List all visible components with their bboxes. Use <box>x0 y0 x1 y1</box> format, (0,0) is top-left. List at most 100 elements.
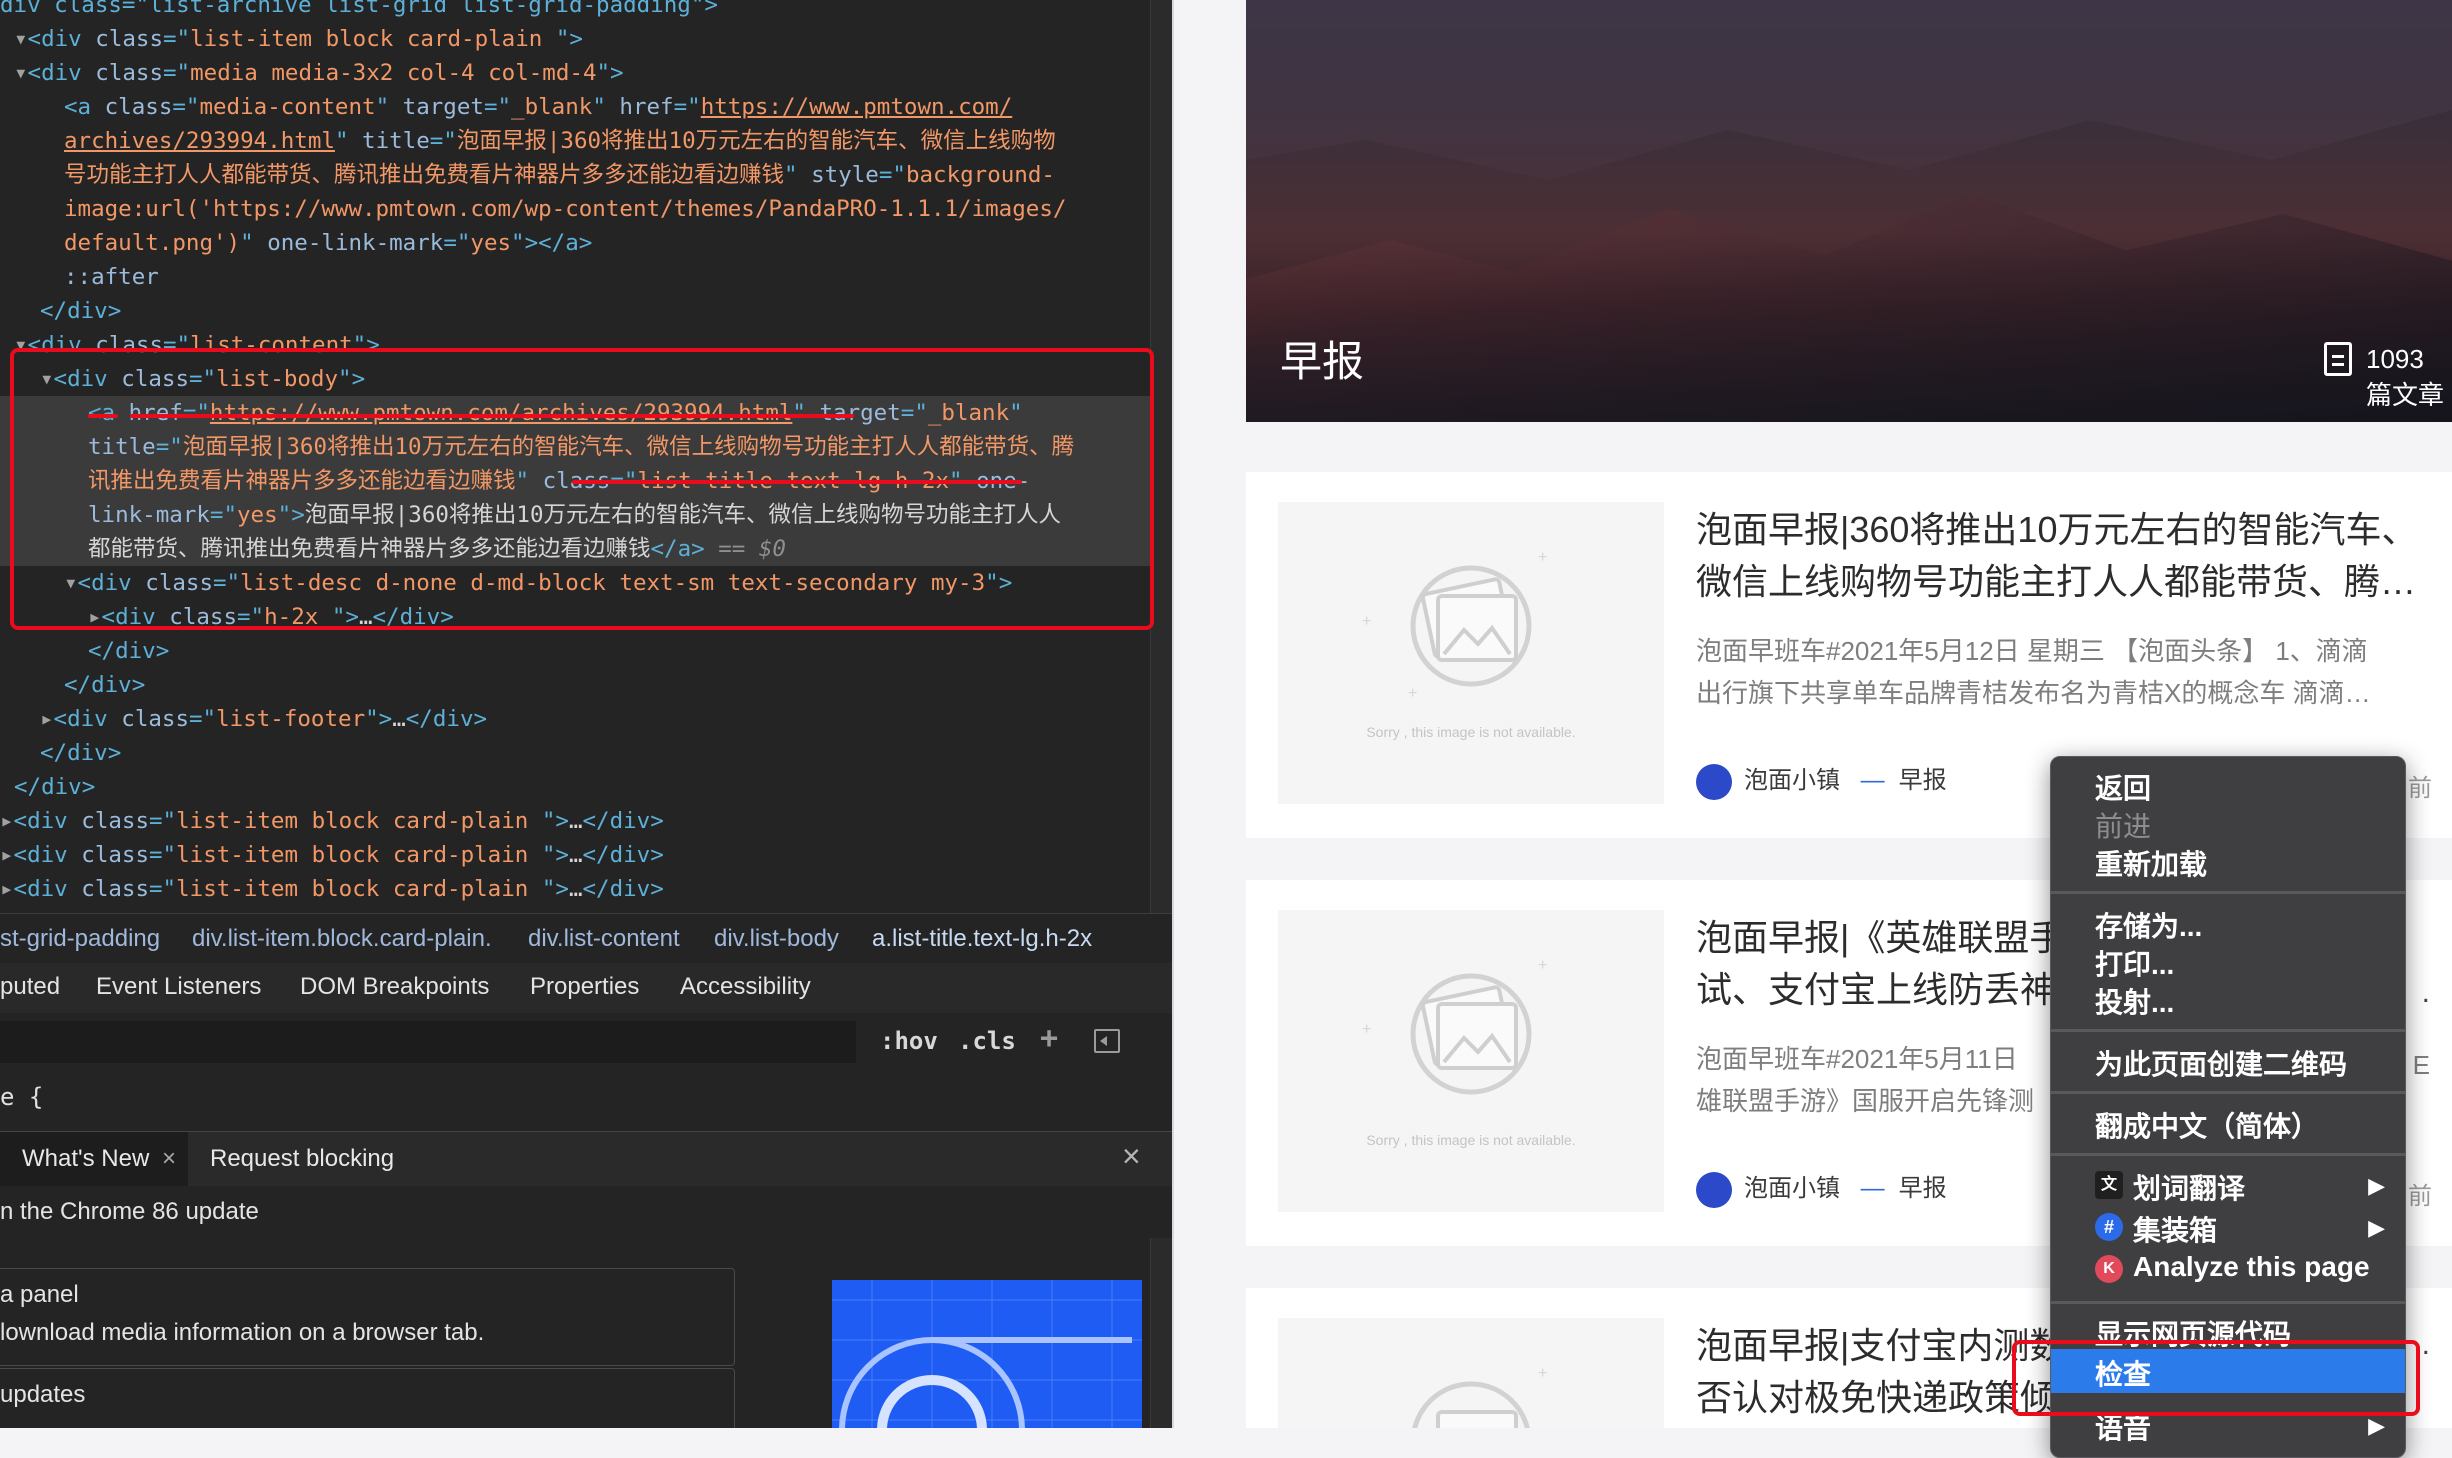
article-title[interactable]: 泡面早报|360将推出10万元左右的智能汽车、 微信上线购物号功能主打人人都能带… <box>1696 504 2436 608</box>
menu-item-speech[interactable]: 语音 <box>2095 1407 2151 1447</box>
dom-token: =" <box>878 162 906 188</box>
breadcrumb-item[interactable]: div.list-item.block.card-plain. <box>192 925 492 953</box>
dom-node-line[interactable]: ▾<div class="media media-3x2 col-4 col-m… <box>0 56 1150 90</box>
dom-token: class <box>95 332 164 358</box>
dom-node-line-selected[interactable]: 都能带货、腾讯推出免费看片神器片多多还能边看边赚钱</a> == $0 <box>0 532 1150 566</box>
breadcrumb-item[interactable]: div.list-content <box>528 925 680 953</box>
dom-node-line[interactable]: ▾<div class="list-body"> <box>0 362 1150 396</box>
tab-dom-breakpoints[interactable]: DOM Breakpoints <box>300 973 489 1001</box>
expand-triangle-icon[interactable]: ▾ <box>14 332 28 358</box>
dom-node-line[interactable]: ▸<div class="list-item block card-plain … <box>0 804 1150 838</box>
elements-scrollbar[interactable] <box>1150 0 1172 913</box>
dom-node-line[interactable]: ▸<div class="h-2x ">…</div> <box>0 600 1150 634</box>
dom-node-line[interactable]: </div> <box>0 294 1150 328</box>
dom-token: list-item block card-plain <box>176 876 542 902</box>
article-thumbnail[interactable]: + <box>1278 1318 1664 1428</box>
menu-item-collect[interactable]: 集装箱 <box>2133 1209 2217 1249</box>
dom-token: class <box>81 876 150 902</box>
dom-node-line[interactable]: ▾<div class="list-item block card-plain … <box>0 22 1150 56</box>
dom-token: https://www.pmtown.com/ <box>700 94 1013 120</box>
dom-node-line-selected[interactable]: <a href="https://www.pmtown.com/archives… <box>0 396 1150 430</box>
dom-token: " <box>515 468 543 494</box>
dom-node-line[interactable]: </div> <box>0 736 1150 770</box>
dom-node-line[interactable]: ▸<div class="list-item block card-plain … <box>0 872 1150 906</box>
menu-item-create-qr[interactable]: 为此页面创建二维码 <box>2095 1043 2347 1083</box>
whats-new-scrollbar[interactable] <box>1150 1238 1172 1428</box>
elements-tree[interactable]: div class="list-archive list-grid list-g… <box>0 0 1150 913</box>
expand-triangle-icon[interactable]: ▾ <box>64 570 78 596</box>
new-style-rule-icon[interactable]: + <box>1040 1021 1058 1056</box>
expand-triangle-icon[interactable]: ▸ <box>40 706 54 732</box>
dom-breadcrumbs: st-grid-padding div.list-item.block.card… <box>0 913 1172 965</box>
dom-node-line[interactable]: ::after <box>0 260 1150 294</box>
dom-token: <div <box>27 332 96 358</box>
breadcrumb-item[interactable]: st-grid-padding <box>0 925 160 953</box>
dom-node-line[interactable]: ▸<div class="list-item block card-plain … <box>0 838 1150 872</box>
dom-token: "> <box>541 876 569 902</box>
author-name[interactable]: 泡面小镇 <box>1744 1175 1840 1202</box>
tab-accessibility[interactable]: Accessibility <box>680 973 811 1001</box>
hov-toggle[interactable]: :hov <box>880 1027 938 1055</box>
dom-node-line-selected[interactable]: link-mark="yes">泡面早报|360将推出10万元左右的智能汽车、微… <box>0 498 1150 532</box>
tab-properties[interactable]: Properties <box>530 973 639 1001</box>
expand-triangle-icon[interactable]: ▸ <box>0 876 14 902</box>
dom-node-line[interactable]: ▾<div class="list-desc d-none d-md-block… <box>0 566 1150 600</box>
menu-item-back[interactable]: 返回 <box>2095 767 2151 807</box>
menu-item-save-as[interactable]: 存储为... <box>2095 905 2202 945</box>
dom-node-line[interactable]: ▸<div class="list-item block card-plain … <box>0 906 1150 913</box>
whats-new-item[interactable]: a panel lownload media information on a … <box>0 1268 735 1366</box>
dom-node-line[interactable]: <a class="media-content" target="_blank"… <box>0 90 1150 124</box>
drawer-close-icon[interactable]: × <box>1122 1138 1141 1175</box>
dom-node-line[interactable]: 号功能主打人人都能带货、腾讯推出免费看片神器片多多还能边看边赚钱" style=… <box>0 158 1150 192</box>
styles-filter-input[interactable] <box>0 1021 856 1063</box>
whats-new-item[interactable]: updates <box>0 1368 735 1428</box>
dom-node-line[interactable]: </div> <box>0 668 1150 702</box>
expand-triangle-icon[interactable]: ▾ <box>14 60 28 86</box>
menu-item-view-source[interactable]: 显示网页源代码 <box>2095 1313 2291 1353</box>
menu-item-inspect[interactable]: 检查 <box>2095 1353 2151 1393</box>
dom-token: class <box>81 808 150 834</box>
tab-whats-new[interactable]: What's New × <box>0 1132 188 1186</box>
article-thumbnail[interactable]: + + + Sorry , this image is not availabl… <box>1278 502 1664 804</box>
expand-triangle-icon[interactable]: ▾ <box>14 26 28 52</box>
menu-item-cast[interactable]: 投射... <box>2095 981 2174 1021</box>
dom-node-line[interactable]: div class="list-archive list-grid list-g… <box>0 0 1150 22</box>
dom-node-line[interactable]: </div> <box>0 634 1150 668</box>
dom-token: 都能带货、腾讯推出免费看片神器片多多还能边看边赚钱 <box>88 536 651 562</box>
article-tag[interactable]: 早报 <box>1899 1175 1947 1202</box>
expand-triangle-icon[interactable]: ▸ <box>0 842 14 868</box>
dom-token: href <box>619 94 674 120</box>
dom-node-line[interactable]: ▸<div class="list-footer">…</div> <box>0 702 1150 736</box>
page-divider[interactable] <box>1172 0 1174 1428</box>
expand-triangle-icon[interactable]: ▸ <box>88 604 102 630</box>
tab-event-listeners[interactable]: Event Listeners <box>96 973 261 1001</box>
toggle-sidebar-icon[interactable] <box>1094 1029 1120 1053</box>
dom-token: class <box>121 366 190 392</box>
author-avatar[interactable] <box>1696 1171 1732 1208</box>
menu-item-analyze[interactable]: Analyze this page <box>2133 1251 2370 1283</box>
tab-computed[interactable]: puted <box>0 973 60 1001</box>
dom-node-line[interactable]: ▾<div class="list-content"> <box>0 328 1150 362</box>
rule-selector[interactable]: e { <box>0 1083 43 1111</box>
expand-triangle-icon[interactable]: ▾ <box>40 366 54 392</box>
menu-item-translate[interactable]: 翻成中文（简体） <box>2095 1105 2319 1145</box>
menu-item-reload[interactable]: 重新加载 <box>2095 843 2207 883</box>
dom-node-line[interactable]: archives/293994.html" title="泡面早报|360将推出… <box>0 124 1150 158</box>
dom-node-line[interactable]: image:url('https://www.pmtown.com/wp-con… <box>0 192 1150 226</box>
menu-item-print[interactable]: 打印... <box>2095 943 2174 983</box>
expand-triangle-icon[interactable]: ▸ <box>0 808 14 834</box>
breadcrumb-item-active[interactable]: a.list-title.text-lg.h-2x <box>872 925 1092 953</box>
article-thumbnail[interactable]: + + Sorry , this image is not available. <box>1278 910 1664 1212</box>
menu-item-word-translate[interactable]: 划词翻译 <box>2133 1167 2245 1207</box>
tab-close-icon[interactable]: × <box>162 1145 176 1173</box>
article-tag[interactable]: 早报 <box>1899 767 1947 794</box>
breadcrumb-item[interactable]: div.list-body <box>714 925 839 953</box>
dom-node-line-selected[interactable]: title="泡面早报|360将推出10万元左右的智能汽车、微信上线购物号功能主… <box>0 430 1150 464</box>
dom-node-line[interactable]: </div> <box>0 770 1150 804</box>
author-name[interactable]: 泡面小镇 <box>1744 767 1840 794</box>
cls-toggle[interactable]: .cls <box>958 1027 1016 1055</box>
dom-node-line[interactable]: default.png')" one-link-mark="yes"></a> <box>0 226 1150 260</box>
author-avatar[interactable] <box>1696 763 1732 800</box>
dom-token: one-link-mark <box>267 230 444 256</box>
tab-request-blocking[interactable]: Request blocking <box>210 1145 394 1173</box>
